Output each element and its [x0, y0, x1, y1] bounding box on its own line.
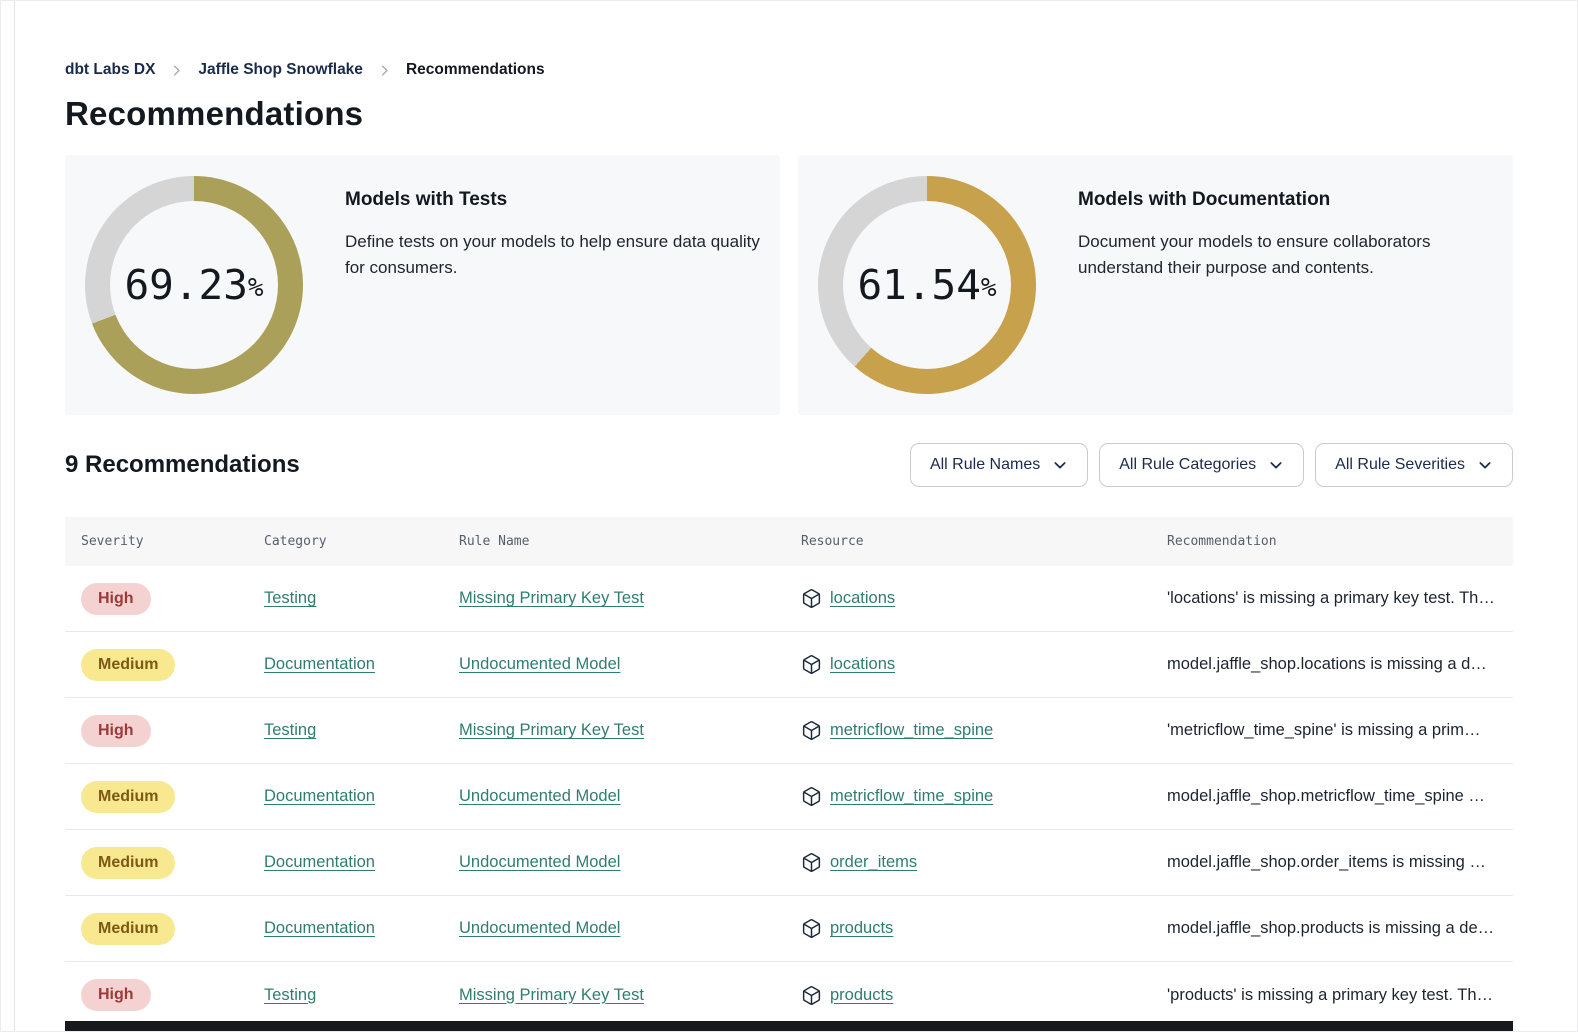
- table-header-row: Severity Category Rule Name Resource Rec…: [65, 517, 1513, 566]
- metric-card-documentation: 61.54% Models with Documentation Documen…: [798, 155, 1513, 415]
- recommendation-text: model.jaffle_shop.products is missing a …: [1167, 919, 1513, 938]
- rule-categories-filter-dropdown[interactable]: All Rule Categories: [1099, 443, 1304, 487]
- documentation-card-title: Models with Documentation: [1078, 189, 1493, 211]
- documentation-card-description: Document your models to ensure collabora…: [1078, 229, 1493, 281]
- column-header-rule-name: Rule Name: [459, 534, 801, 549]
- recommendation-text: model.jaffle_shop.locations is missing a…: [1167, 655, 1513, 674]
- table-row: High Testing Missing Primary Key Test lo…: [65, 566, 1513, 632]
- severity-badge: Medium: [81, 913, 175, 945]
- severity-badge: High: [81, 583, 151, 615]
- page-title: Recommendations: [65, 95, 1513, 133]
- category-link[interactable]: Testing: [264, 589, 316, 607]
- model-cube-icon: [801, 852, 822, 873]
- rule-name-link[interactable]: Undocumented Model: [459, 787, 620, 805]
- severity-badge: High: [81, 715, 151, 747]
- chevron-down-icon: [1268, 457, 1284, 473]
- rule-name-link[interactable]: Undocumented Model: [459, 853, 620, 871]
- metric-cards: 69.23% Models with Tests Define tests on…: [65, 155, 1513, 415]
- model-cube-icon: [801, 918, 822, 939]
- column-header-resource: Resource: [801, 534, 1167, 549]
- chevron-down-icon: [1477, 457, 1493, 473]
- recommendation-text: 'products' is missing a primary key test…: [1167, 986, 1513, 1005]
- resource-link[interactable]: products: [830, 919, 893, 938]
- app-window: dbt Labs DX Jaffle Shop Snowflake Recomm…: [0, 0, 1578, 1032]
- rule-name-link[interactable]: Missing Primary Key Test: [459, 721, 644, 739]
- tests-card-description: Define tests on your models to help ensu…: [345, 229, 760, 281]
- bottom-cutoff-bar: [65, 1021, 1513, 1031]
- recommendation-text: 'metricflow_time_spine' is missing a pri…: [1167, 721, 1513, 740]
- tests-donut-chart: 69.23%: [85, 176, 303, 394]
- table-row: High Testing Missing Primary Key Test me…: [65, 698, 1513, 764]
- column-header-severity: Severity: [81, 534, 264, 549]
- rule-name-link[interactable]: Missing Primary Key Test: [459, 986, 644, 1004]
- table-row: Medium Documentation Undocumented Model …: [65, 632, 1513, 698]
- category-link[interactable]: Documentation: [264, 655, 375, 673]
- resource-link[interactable]: locations: [830, 589, 895, 608]
- sidebar-edge-divider: [14, 1, 15, 1031]
- model-cube-icon: [801, 720, 822, 741]
- severity-badge: Medium: [81, 649, 175, 681]
- recommendations-table: Severity Category Rule Name Resource Rec…: [65, 517, 1513, 1028]
- resource-link[interactable]: locations: [830, 655, 895, 674]
- metric-card-tests: 69.23% Models with Tests Define tests on…: [65, 155, 780, 415]
- breadcrumb-item-account[interactable]: dbt Labs DX: [65, 61, 155, 79]
- model-cube-icon: [801, 654, 822, 675]
- category-link[interactable]: Documentation: [264, 787, 375, 805]
- resource-link[interactable]: metricflow_time_spine: [830, 721, 993, 740]
- model-cube-icon: [801, 786, 822, 807]
- recommendation-text: model.jaffle_shop.metricflow_time_spine …: [1167, 787, 1513, 806]
- tests-card-title: Models with Tests: [345, 189, 760, 211]
- severity-badge: Medium: [81, 847, 175, 879]
- model-cube-icon: [801, 985, 822, 1006]
- rule-names-filter-dropdown[interactable]: All Rule Names: [910, 443, 1088, 487]
- category-link[interactable]: Testing: [264, 721, 316, 739]
- rule-name-link[interactable]: Undocumented Model: [459, 919, 620, 937]
- rule-severities-filter-dropdown[interactable]: All Rule Severities: [1315, 443, 1513, 487]
- recommendation-text: model.jaffle_shop.order_items is missing…: [1167, 853, 1513, 872]
- column-header-recommendation: Recommendation: [1167, 534, 1513, 549]
- table-row: Medium Documentation Undocumented Model …: [65, 896, 1513, 962]
- documentation-donut-chart: 61.54%: [818, 176, 1036, 394]
- table-row: Medium Documentation Undocumented Model …: [65, 764, 1513, 830]
- breadcrumb: dbt Labs DX Jaffle Shop Snowflake Recomm…: [65, 61, 1513, 79]
- breadcrumb-item-current: Recommendations: [406, 61, 545, 79]
- category-link[interactable]: Documentation: [264, 853, 375, 871]
- filter-bar: All Rule Names All Rule Categories All R…: [910, 443, 1513, 487]
- severity-badge: Medium: [81, 781, 175, 813]
- resource-link[interactable]: products: [830, 986, 893, 1005]
- recommendations-count-heading: 9 Recommendations: [65, 451, 300, 479]
- resource-link[interactable]: metricflow_time_spine: [830, 787, 993, 806]
- table-row: High Testing Missing Primary Key Test pr…: [65, 962, 1513, 1028]
- table-row: Medium Documentation Undocumented Model …: [65, 830, 1513, 896]
- rule-name-link[interactable]: Undocumented Model: [459, 655, 620, 673]
- tests-percent-value: 69.23%: [85, 176, 303, 394]
- category-link[interactable]: Testing: [264, 986, 316, 1004]
- table-body: High Testing Missing Primary Key Test lo…: [65, 566, 1513, 1028]
- severity-badge: High: [81, 979, 151, 1011]
- resource-link[interactable]: order_items: [830, 853, 917, 872]
- rule-name-link[interactable]: Missing Primary Key Test: [459, 589, 644, 607]
- column-header-category: Category: [264, 534, 459, 549]
- chevron-right-icon: [169, 63, 184, 78]
- chevron-down-icon: [1052, 457, 1068, 473]
- chevron-right-icon: [377, 63, 392, 78]
- category-link[interactable]: Documentation: [264, 919, 375, 937]
- documentation-percent-value: 61.54%: [818, 176, 1036, 394]
- model-cube-icon: [801, 588, 822, 609]
- breadcrumb-item-project[interactable]: Jaffle Shop Snowflake: [198, 61, 363, 79]
- recommendation-text: 'locations' is missing a primary key tes…: [1167, 589, 1513, 608]
